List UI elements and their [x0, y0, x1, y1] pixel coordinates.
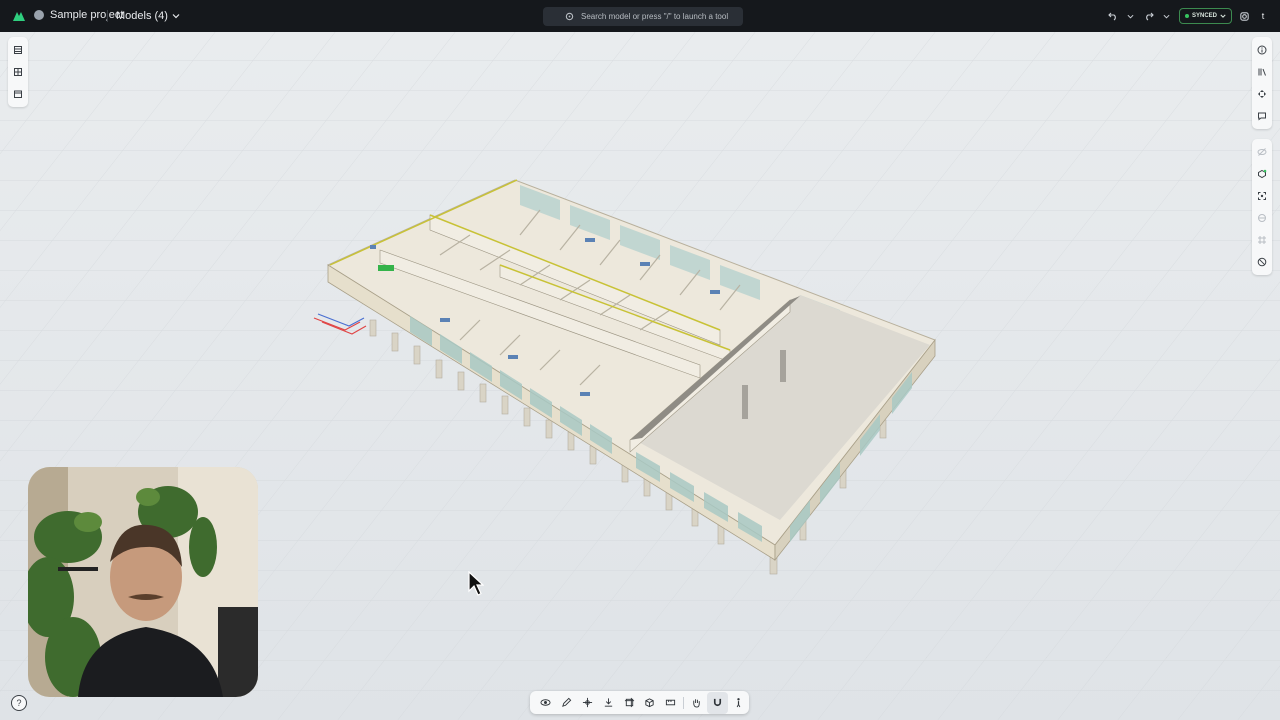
markup-pen-icon[interactable]: [556, 692, 577, 714]
table-icon[interactable]: [8, 61, 28, 83]
move-axes-icon[interactable]: [1252, 83, 1272, 105]
crosshair-icon[interactable]: [577, 692, 598, 714]
section-icon[interactable]: [1252, 207, 1272, 229]
help-button[interactable]: ?: [11, 695, 27, 711]
sync-dot-icon: [1184, 14, 1189, 18]
section-box-icon[interactable]: [619, 692, 640, 714]
topbar-actions: SYNCED t: [1107, 8, 1270, 24]
chevron-down-icon: [1220, 14, 1226, 18]
presenter-video-icon: [28, 467, 258, 697]
search-input[interactable]: Search model or press "/" to launch a to…: [543, 7, 743, 26]
comment-icon[interactable]: [1252, 105, 1272, 127]
fit-view-icon[interactable]: [1252, 185, 1272, 207]
right-toolbar-visibility: [1252, 139, 1272, 275]
chevron-down-icon: [172, 14, 180, 19]
chevron-down-icon[interactable]: [1125, 10, 1137, 22]
right-toolbar-primary: [1252, 37, 1272, 129]
calendar-icon[interactable]: [8, 83, 28, 105]
divider: [683, 696, 685, 709]
app-logo-icon[interactable]: [12, 9, 26, 23]
magnet-icon[interactable]: [707, 691, 729, 714]
search-icon: [565, 12, 574, 21]
project-name: Sample project: [50, 9, 124, 21]
divider: [107, 10, 108, 22]
top-bar: Sample project Models (4) Search model o…: [0, 0, 1280, 32]
project-selector[interactable]: Sample project: [34, 9, 123, 21]
measure-icon[interactable]: [660, 692, 681, 714]
models-label: Models (4): [116, 10, 168, 22]
hide-icon[interactable]: [1252, 141, 1272, 163]
orbit-icon[interactable]: [535, 692, 556, 714]
reset-icon[interactable]: [1252, 251, 1272, 273]
settings-icon[interactable]: [1238, 10, 1250, 22]
person-icon[interactable]: [728, 692, 749, 714]
grid-icon[interactable]: [1252, 229, 1272, 251]
search-placeholder: Search model or press "/" to launch a to…: [581, 12, 729, 21]
presenter-webcam: [28, 467, 258, 697]
isolate-icon[interactable]: [1252, 163, 1272, 185]
sync-status-badge[interactable]: SYNCED: [1178, 8, 1232, 24]
export-icon[interactable]: [598, 692, 619, 714]
undo-icon[interactable]: [1107, 10, 1119, 22]
models-dropdown[interactable]: Models (4): [116, 10, 180, 22]
redo-icon[interactable]: [1143, 10, 1155, 22]
project-avatar: [34, 10, 44, 20]
info-icon[interactable]: [1252, 39, 1272, 61]
chevron-down-icon[interactable]: [1161, 10, 1173, 22]
user-avatar[interactable]: t: [1256, 11, 1270, 21]
layers-icon[interactable]: [8, 39, 28, 61]
hand-icon[interactable]: [686, 692, 707, 714]
sync-status-label: SYNCED: [1191, 13, 1217, 19]
bottom-toolbar: [530, 691, 749, 714]
left-toolbar: [8, 37, 28, 107]
library-icon[interactable]: [1252, 61, 1272, 83]
mouse-cursor-icon: [468, 571, 484, 596]
3d-box-icon[interactable]: [640, 692, 661, 714]
